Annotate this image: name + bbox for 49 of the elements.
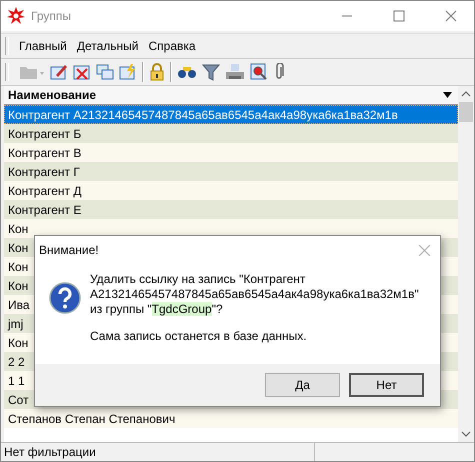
- table-row[interactable]: Контрагент Г: [4, 162, 458, 181]
- dialog-message: Удалить ссылку на запись "Контрагент А21321465457487845а65ав6545а4ак4а98ука6ка1ва32м1в" из группы "TgdcGroup"?: [90, 272, 420, 317]
- table-row[interactable]: Степанов Степан Степанович: [4, 409, 458, 428]
- search-icon[interactable]: [250, 63, 268, 81]
- dialog-button[interactable]: Нет: [349, 373, 424, 397]
- dropdown-icon[interactable]: [443, 92, 452, 98]
- table-cell: Контрагент А21321465457487845а65ав6545а4ак4а98ука6ка1ва32м1в: [8, 108, 398, 122]
- table-cell: Кон: [8, 240, 28, 254]
- table-cell: Кон: [8, 336, 28, 350]
- menu-item[interactable]: Детальный: [72, 39, 144, 53]
- menu-item[interactable]: Главный: [14, 39, 72, 53]
- table-row[interactable]: Контрагент Д: [4, 181, 458, 200]
- table-row[interactable]: Контрагент Б: [4, 124, 458, 143]
- delete-document-icon[interactable]: [73, 63, 91, 81]
- table-row[interactable]: Контрагент А21321465457487845а65ав6545а4ак4а98ука6ка1ва32м1в: [4, 105, 458, 124]
- table-row[interactable]: Контрагент Е: [4, 200, 458, 219]
- table-row[interactable]: Контрагент В: [4, 143, 458, 162]
- window-title: Группы: [31, 9, 71, 23]
- close-icon[interactable]: [445, 10, 457, 22]
- column-header[interactable]: Наименование: [4, 86, 458, 105]
- maximize-icon[interactable]: [393, 10, 405, 22]
- question-icon: [49, 282, 81, 314]
- status-text: Нет фильтрации: [1, 443, 315, 461]
- table-cell: Кон: [8, 222, 28, 236]
- edit-document-icon[interactable]: [50, 63, 68, 81]
- dialog-button[interactable]: Да: [265, 373, 340, 397]
- table-cell: Кон: [8, 260, 28, 274]
- table-cell: 1 1: [8, 374, 25, 388]
- table-cell: Кон: [8, 278, 28, 292]
- folders-icon[interactable]: [96, 63, 114, 81]
- filter-icon[interactable]: [202, 63, 220, 81]
- lock-icon[interactable]: [149, 63, 165, 81]
- table-cell: jmj: [8, 316, 24, 330]
- table-cell: Ива: [8, 298, 30, 312]
- table-cell: Контрагент Б: [8, 126, 82, 140]
- scrollbar-thumb[interactable]: [459, 102, 473, 122]
- table-cell: Контрагент Г: [8, 164, 80, 178]
- table-cell: 2 2: [8, 354, 25, 368]
- dialog-note: Сама запись останется в базе данных.: [90, 329, 308, 344]
- table-cell: Контрагент Д: [8, 184, 82, 198]
- lightning-document-icon[interactable]: [119, 63, 137, 81]
- menu-item[interactable]: Справка: [144, 39, 201, 53]
- table-cell: Степанов Степан Степанович: [8, 412, 176, 426]
- star-icon: [7, 7, 25, 25]
- table-cell: Контрагент В: [8, 146, 82, 160]
- table-cell: Сот: [8, 392, 29, 406]
- printer-icon[interactable]: [225, 63, 245, 81]
- dialog-title: Внимание!: [39, 243, 99, 257]
- table-cell: Контрагент Е: [8, 202, 82, 216]
